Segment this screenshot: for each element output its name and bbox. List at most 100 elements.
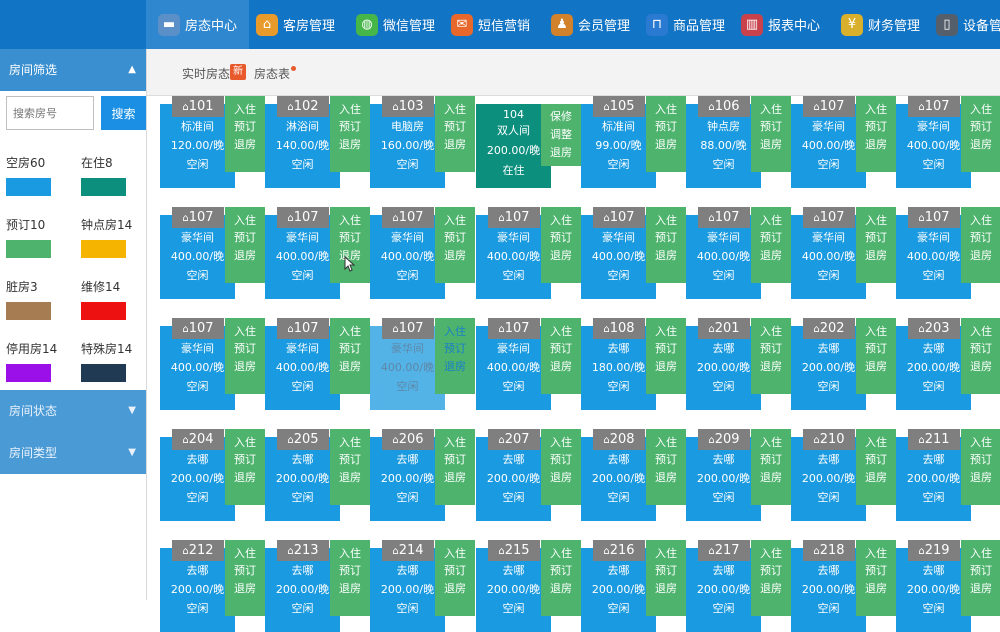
- checkin-button[interactable]: 入住: [541, 436, 581, 450]
- checkout-button[interactable]: 退房: [225, 471, 265, 485]
- checkout-button[interactable]: 退房: [751, 582, 791, 596]
- legend-swatch[interactable]: [6, 364, 51, 382]
- reserve-button[interactable]: 预订: [961, 342, 1000, 356]
- room-type-header[interactable]: 房间类型 ▼: [0, 432, 146, 474]
- checkout-button[interactable]: 退房: [856, 249, 896, 263]
- checkout-button[interactable]: 退房: [435, 138, 475, 152]
- room-card[interactable]: 钟点房 88.00/晚 空闲 ⌂106 入住 预订 退房: [686, 96, 791, 188]
- reserve-button[interactable]: 预订: [541, 564, 581, 578]
- legend-swatch[interactable]: [81, 240, 126, 258]
- room-card[interactable]: 豪华间 400.00/晚 空闲 ⌂107 入住 预订 退房: [476, 207, 581, 299]
- room-card[interactable]: 去哪 200.00/晚 空闲 ⌂209 入住 预订 退房: [686, 429, 791, 521]
- reserve-button[interactable]: 预订: [856, 231, 896, 245]
- checkout-button[interactable]: 退房: [751, 471, 791, 485]
- reserve-button[interactable]: 预订: [646, 342, 686, 356]
- checkout-button[interactable]: 退房: [330, 360, 370, 374]
- checkin-button[interactable]: 入住: [541, 325, 581, 339]
- checkout-button[interactable]: 退房: [330, 582, 370, 596]
- room-card[interactable]: 豪华间 400.00/晚 空闲 ⌂107 入住 预订 退房: [370, 318, 475, 410]
- reserve-button[interactable]: 预订: [961, 453, 1000, 467]
- checkout-button[interactable]: 退房: [225, 582, 265, 596]
- checkin-button[interactable]: 入住: [961, 436, 1000, 450]
- reserve-button[interactable]: 预订: [541, 453, 581, 467]
- nav-item-2[interactable]: ◍ 微信管理: [350, 0, 439, 49]
- checkout-button[interactable]: 退房: [225, 360, 265, 374]
- checkin-button[interactable]: 入住: [435, 103, 475, 117]
- room-card[interactable]: 标准间 99.00/晚 空闲 ⌂105 入住 预订 退房: [581, 96, 686, 188]
- reserve-button[interactable]: 预订: [751, 564, 791, 578]
- legend-swatch[interactable]: [6, 178, 51, 196]
- checkin-button[interactable]: 入住: [751, 547, 791, 561]
- reserve-button[interactable]: 预订: [225, 342, 265, 356]
- checkout-button[interactable]: 退房: [751, 138, 791, 152]
- room-card[interactable]: 去哪 200.00/晚 空闲 ⌂211 入住 预订 退房: [896, 429, 1000, 521]
- room-card[interactable]: 去哪 200.00/晚 空闲 ⌂210 入住 预订 退房: [791, 429, 896, 521]
- room-card[interactable]: 去哪 200.00/晚 空闲 ⌂203 入住 预订 退房: [896, 318, 1000, 410]
- checkout-button[interactable]: 退房: [646, 582, 686, 596]
- room-card[interactable]: 豪华间 400.00/晚 空闲 ⌂107 入住 预订 退房: [265, 207, 370, 299]
- checkout-button[interactable]: 退房: [541, 582, 581, 596]
- reserve-button[interactable]: 预订: [646, 231, 686, 245]
- room-table-tab[interactable]: 房态表: [254, 65, 290, 82]
- checkin-button[interactable]: 入住: [225, 547, 265, 561]
- room-card[interactable]: 豪华间 400.00/晚 空闲 ⌂107 入住 预订 退房: [896, 96, 1000, 188]
- realtime-status-tab[interactable]: 实时房态: [182, 65, 230, 82]
- checkin-button[interactable]: 入住: [225, 214, 265, 228]
- room-card[interactable]: 豪华间 400.00/晚 空闲 ⌂107 入住 预订 退房: [265, 318, 370, 410]
- checkin-button[interactable]: 入住: [541, 547, 581, 561]
- room-status-header[interactable]: 房间状态 ▼: [0, 390, 146, 432]
- checkin-button[interactable]: 入住: [961, 103, 1000, 117]
- room-card[interactable]: 豪华间 400.00/晚 空闲 ⌂107 入住 预订 退房: [160, 207, 265, 299]
- reserve-button[interactable]: 预订: [856, 342, 896, 356]
- room-card[interactable]: 去哪 200.00/晚 空闲 ⌂219 入住 预订 退房: [896, 540, 1000, 632]
- checkin-button[interactable]: 入住: [856, 214, 896, 228]
- reserve-button[interactable]: 预订: [225, 564, 265, 578]
- checkin-button[interactable]: 入住: [435, 436, 475, 450]
- checkout-button[interactable]: 退房: [646, 249, 686, 263]
- room-card[interactable]: 去哪 200.00/晚 空闲 ⌂218 入住 预订 退房: [791, 540, 896, 632]
- checkin-button[interactable]: 入住: [961, 214, 1000, 228]
- room-card[interactable]: 去哪 200.00/晚 空闲 ⌂213 入住 预订 退房: [265, 540, 370, 632]
- checkin-button[interactable]: 入住: [646, 103, 686, 117]
- reserve-button[interactable]: 预订: [435, 564, 475, 578]
- legend-swatch[interactable]: [6, 302, 51, 320]
- reserve-button[interactable]: 预订: [646, 564, 686, 578]
- checkin-button[interactable]: 入住: [435, 547, 475, 561]
- checkout-button[interactable]: 退房: [961, 138, 1000, 152]
- nav-item-4[interactable]: ♟ 会员管理: [545, 0, 634, 49]
- reserve-button[interactable]: 预订: [751, 342, 791, 356]
- legend-swatch[interactable]: [81, 178, 126, 196]
- checkin-button[interactable]: 入住: [330, 103, 370, 117]
- reserve-button[interactable]: 预订: [225, 120, 265, 134]
- checkin-button[interactable]: 入住: [646, 214, 686, 228]
- reserve-button[interactable]: 预订: [646, 120, 686, 134]
- checkout-button[interactable]: 退房: [541, 471, 581, 485]
- checkout-button[interactable]: 退房: [961, 471, 1000, 485]
- adjust-button[interactable]: 调整: [541, 128, 581, 142]
- room-card[interactable]: 豪华间 400.00/晚 空闲 ⌂107 入住 预订 退房: [370, 207, 475, 299]
- checkout-button[interactable]: 退房: [856, 582, 896, 596]
- checkout-button[interactable]: 退房: [225, 138, 265, 152]
- checkin-button[interactable]: 入住: [435, 214, 475, 228]
- checkin-button[interactable]: 入住: [751, 436, 791, 450]
- checkout-button[interactable]: 退房: [225, 249, 265, 263]
- checkin-button[interactable]: 入住: [225, 325, 265, 339]
- room-card[interactable]: 电脑房 160.00/晚 空闲 ⌂103 入住 预订 退房: [370, 96, 475, 188]
- nav-item-8[interactable]: ▯ 设备管理: [930, 0, 1000, 49]
- room-card[interactable]: 标准间 120.00/晚 空闲 ⌂101 入住 预订 退房: [160, 96, 265, 188]
- reserve-button[interactable]: 预订: [646, 453, 686, 467]
- reserve-button[interactable]: 预订: [541, 342, 581, 356]
- checkin-button[interactable]: 入住: [330, 214, 370, 228]
- room-card[interactable]: 去哪 200.00/晚 空闲 ⌂216 入住 预订 退房: [581, 540, 686, 632]
- checkin-button[interactable]: 入住: [856, 325, 896, 339]
- checkin-button[interactable]: 入住: [856, 436, 896, 450]
- checkout-button[interactable]: 退房: [330, 471, 370, 485]
- checkin-button[interactable]: 入住: [225, 103, 265, 117]
- reserve-button[interactable]: 预订: [330, 453, 370, 467]
- checkin-button[interactable]: 入住: [856, 103, 896, 117]
- checkout-button[interactable]: 退房: [435, 360, 475, 374]
- room-card[interactable]: 去哪 200.00/晚 空闲 ⌂206 入住 预订 退房: [370, 429, 475, 521]
- room-body[interactable]: 104 双人间 200.00/晚 在住: [476, 104, 551, 188]
- checkin-button[interactable]: 入住: [751, 214, 791, 228]
- nav-item-0[interactable]: ▬ 房态中心: [146, 0, 250, 49]
